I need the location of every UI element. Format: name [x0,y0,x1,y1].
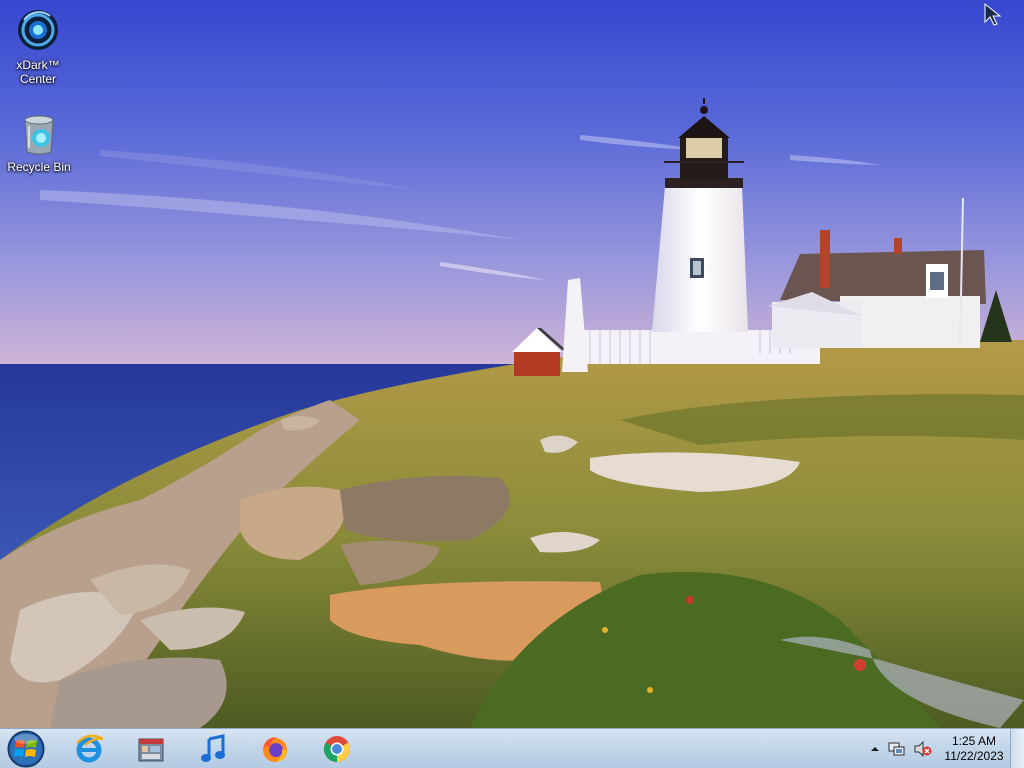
itunes-music-icon [201,734,225,762]
desktop-icon-xdark-center[interactable]: xDark™ Center [0,8,76,86]
taskbar-clock[interactable]: 1:25 AM 11/22/2023 [940,734,1008,764]
internet-explorer-icon [76,734,104,763]
taskbar-firefox-button[interactable] [250,730,300,768]
windows-media-center-icon [138,738,164,762]
taskbar-internet-explorer-button[interactable] [64,730,114,768]
desktop-icon-label: Center [19,72,57,86]
desktop-icon-label: Recycle Bin [7,160,71,174]
taskbar-itunes-button[interactable] [188,730,238,768]
start-button[interactable] [4,729,48,768]
recycle-bin-icon [15,110,63,158]
xdark-center-icon [14,8,62,56]
mouse-cursor-icon [982,2,1008,28]
desktop-icon-recycle-bin[interactable]: Recycle Bin [1,110,77,174]
system-tray: 1:25 AM 11/22/2023 [866,729,1008,768]
chevron-up-icon [871,747,879,751]
volume-tray-button[interactable] [914,741,932,757]
volume-muted-icon [914,741,932,757]
chrome-icon [323,736,351,763]
firefox-icon [263,737,287,762]
show-desktop-button[interactable] [1010,729,1024,768]
taskbar-chrome-button[interactable] [312,730,362,768]
lighthouse-wallpaper-image [0,0,1024,728]
clock-date: 11/22/2023 [944,749,1004,763]
clock-time: 1:25 AM [951,734,997,748]
network-tray-button[interactable] [888,741,906,757]
taskbar: 1:25 AM 11/22/2023 [0,728,1024,768]
windows-start-orb-icon [7,730,45,768]
desktop-wallpaper [0,0,1024,728]
network-icon [888,742,905,756]
desktop-icon-label: xDark™ [16,58,60,72]
show-hidden-icons-button[interactable] [870,744,880,754]
taskbar-media-center-button[interactable] [126,730,176,768]
